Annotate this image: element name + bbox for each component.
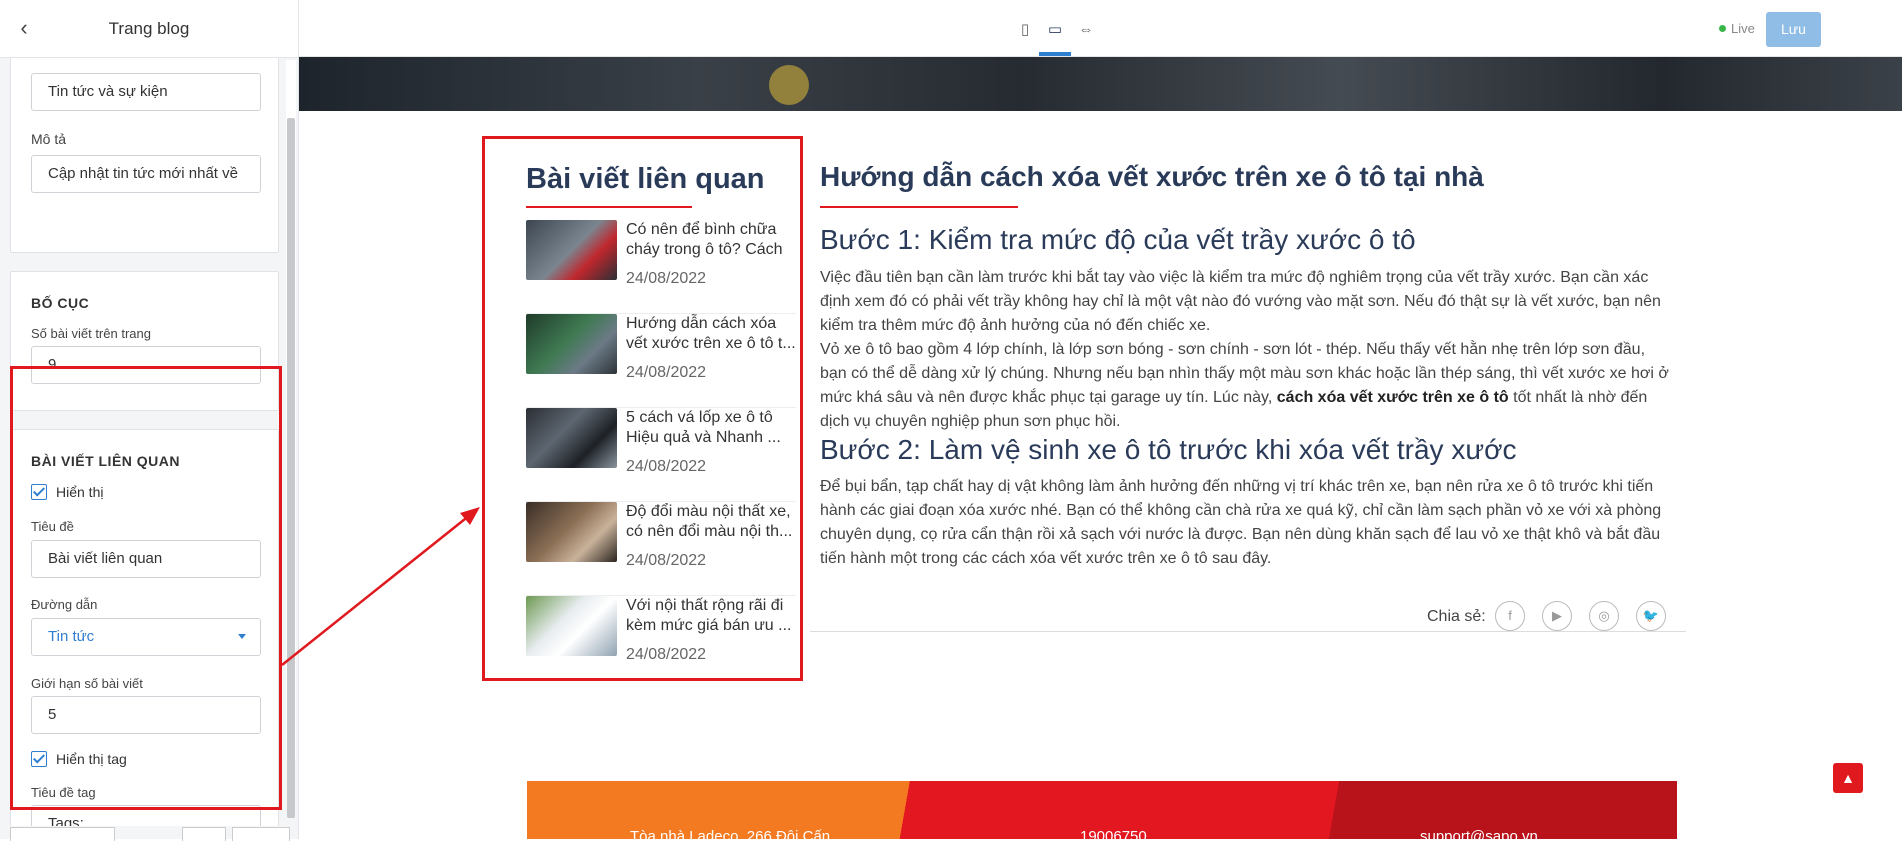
per-page-label: Số bài viết trên trang xyxy=(31,326,151,341)
step2-paragraph: Để bụi bẩn, tạp chất hay dị vật không là… xyxy=(820,478,1662,567)
footer-email: support@sapo.vn xyxy=(1420,828,1538,845)
scroll-top-button[interactable]: ▲ xyxy=(1833,763,1863,793)
hero-banner-image xyxy=(299,57,1902,111)
step1-paragraph-2: Vỏ xe ô tô bao gồm 4 lớp chính, là lớp s… xyxy=(820,338,1676,434)
footer-phone: 19006750 xyxy=(1080,828,1147,845)
save-button[interactable]: Lưu xyxy=(1766,12,1821,47)
share-label: Chia sẻ: xyxy=(1427,608,1486,625)
mobile-icon[interactable]: ▯ xyxy=(1015,20,1035,40)
desc-field[interactable]: Cập nhật tin tức mới nhất về xyxy=(31,155,261,193)
sidebar-header: ‹ Trang blog xyxy=(0,0,298,58)
article-title: Hướng dẫn cách xóa vết xước trên xe ô tô… xyxy=(820,161,1484,192)
live-label: Live xyxy=(1731,21,1755,36)
youtube-icon[interactable]: ▶ xyxy=(1542,601,1572,631)
fullwidth-icon[interactable]: ⇔ xyxy=(1076,20,1096,40)
highlight-related-box xyxy=(482,136,803,681)
scrollbar-thumb[interactable] xyxy=(287,118,295,818)
footer-address: Tòa nhà Ladeco, 266 Đội Cấn xyxy=(630,828,831,845)
sidebar-title: Trang blog xyxy=(108,19,190,38)
highlight-sidebar-box xyxy=(10,366,282,810)
share-divider xyxy=(810,631,1686,632)
blog-name-field[interactable]: Tin tức và sự kiện xyxy=(31,73,261,111)
twitter-icon[interactable]: 🐦 xyxy=(1636,601,1666,631)
step2-heading: Bước 2: Làm vệ sinh xe ô tô trước khi xó… xyxy=(820,434,1517,465)
live-status-icon xyxy=(1719,25,1726,32)
blog-info-card: Tin tức và sự kiện Mô tả Cập nhật tin tứ… xyxy=(10,58,279,253)
desc-label: Mô tả xyxy=(31,131,67,147)
step1-paragraph-1: Việc đầu tiên bạn cần làm trước khi bắt … xyxy=(820,269,1661,334)
keyword-bold: cách xóa vết xước trên xe ô tô xyxy=(1276,389,1509,406)
active-device-indicator xyxy=(1039,52,1071,56)
layout-heading: BỐ CỤC xyxy=(31,295,90,311)
title-underline xyxy=(820,206,1018,208)
facebook-icon[interactable]: f xyxy=(1495,601,1525,631)
editor-topbar: ▯ ▭ ⇔ Live Lưu xyxy=(299,0,1902,57)
instagram-icon[interactable]: ◎ xyxy=(1589,601,1619,631)
step1-heading: Bước 1: Kiểm tra mức độ của vết trầy xướ… xyxy=(820,224,1416,255)
desktop-icon[interactable]: ▭ xyxy=(1045,20,1065,40)
